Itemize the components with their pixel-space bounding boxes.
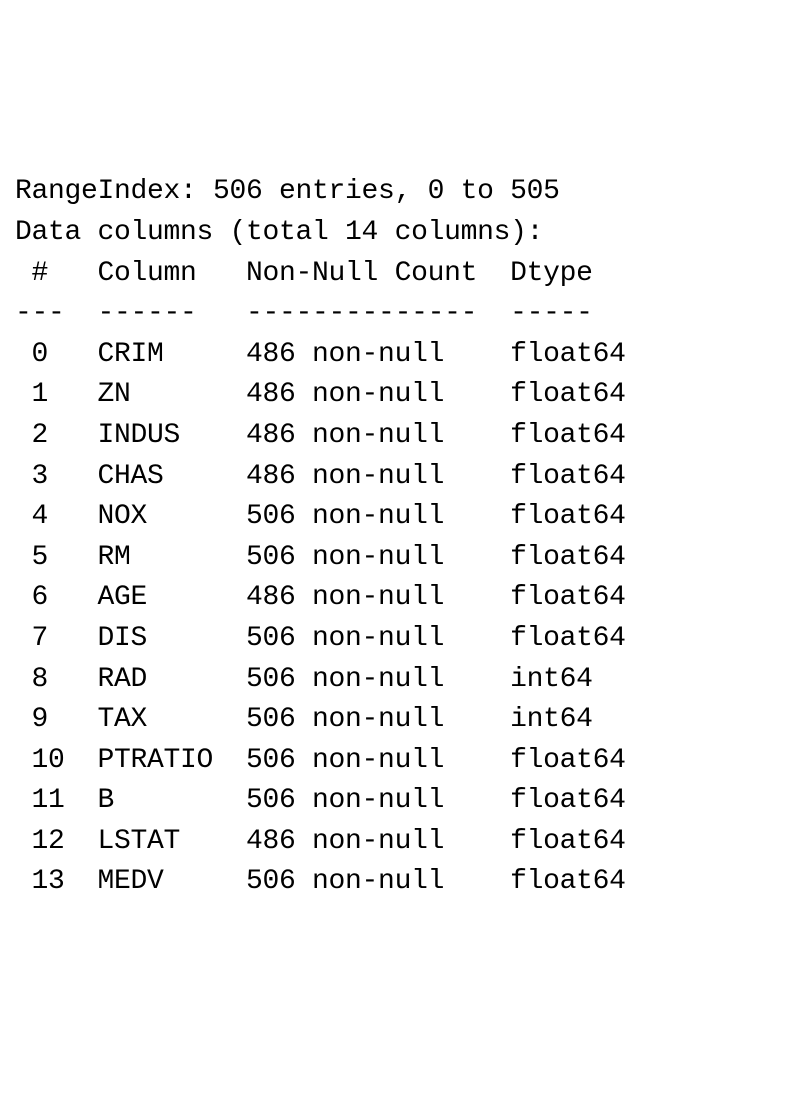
table-row: 4 NOX 506 non-null float64 bbox=[15, 497, 795, 538]
table-row: 1 ZN 486 non-null float64 bbox=[15, 375, 795, 416]
range-index-line: RangeIndex: 506 entries, 0 to 505 bbox=[15, 172, 795, 213]
table-row: 13 MEDV 506 non-null float64 bbox=[15, 862, 795, 903]
table-row: 7 DIS 506 non-null float64 bbox=[15, 619, 795, 660]
table-row: 5 RM 506 non-null float64 bbox=[15, 538, 795, 579]
table-row: 6 AGE 486 non-null float64 bbox=[15, 578, 795, 619]
table-row: 2 INDUS 486 non-null float64 bbox=[15, 416, 795, 457]
table-row: 12 LSTAT 486 non-null float64 bbox=[15, 822, 795, 863]
table-row: 10 PTRATIO 506 non-null float64 bbox=[15, 741, 795, 782]
table-row: 0 CRIM 486 non-null float64 bbox=[15, 335, 795, 376]
table-header: # Column Non-Null Count Dtype bbox=[15, 254, 795, 295]
table-row: 9 TAX 506 non-null int64 bbox=[15, 700, 795, 741]
table-row: 11 B 506 non-null float64 bbox=[15, 781, 795, 822]
table-row: 3 CHAS 486 non-null float64 bbox=[15, 457, 795, 498]
table-row: 8 RAD 506 non-null int64 bbox=[15, 660, 795, 701]
data-columns-line: Data columns (total 14 columns): bbox=[15, 213, 795, 254]
table-header-separator: --- ------ -------------- ----- bbox=[15, 294, 795, 335]
